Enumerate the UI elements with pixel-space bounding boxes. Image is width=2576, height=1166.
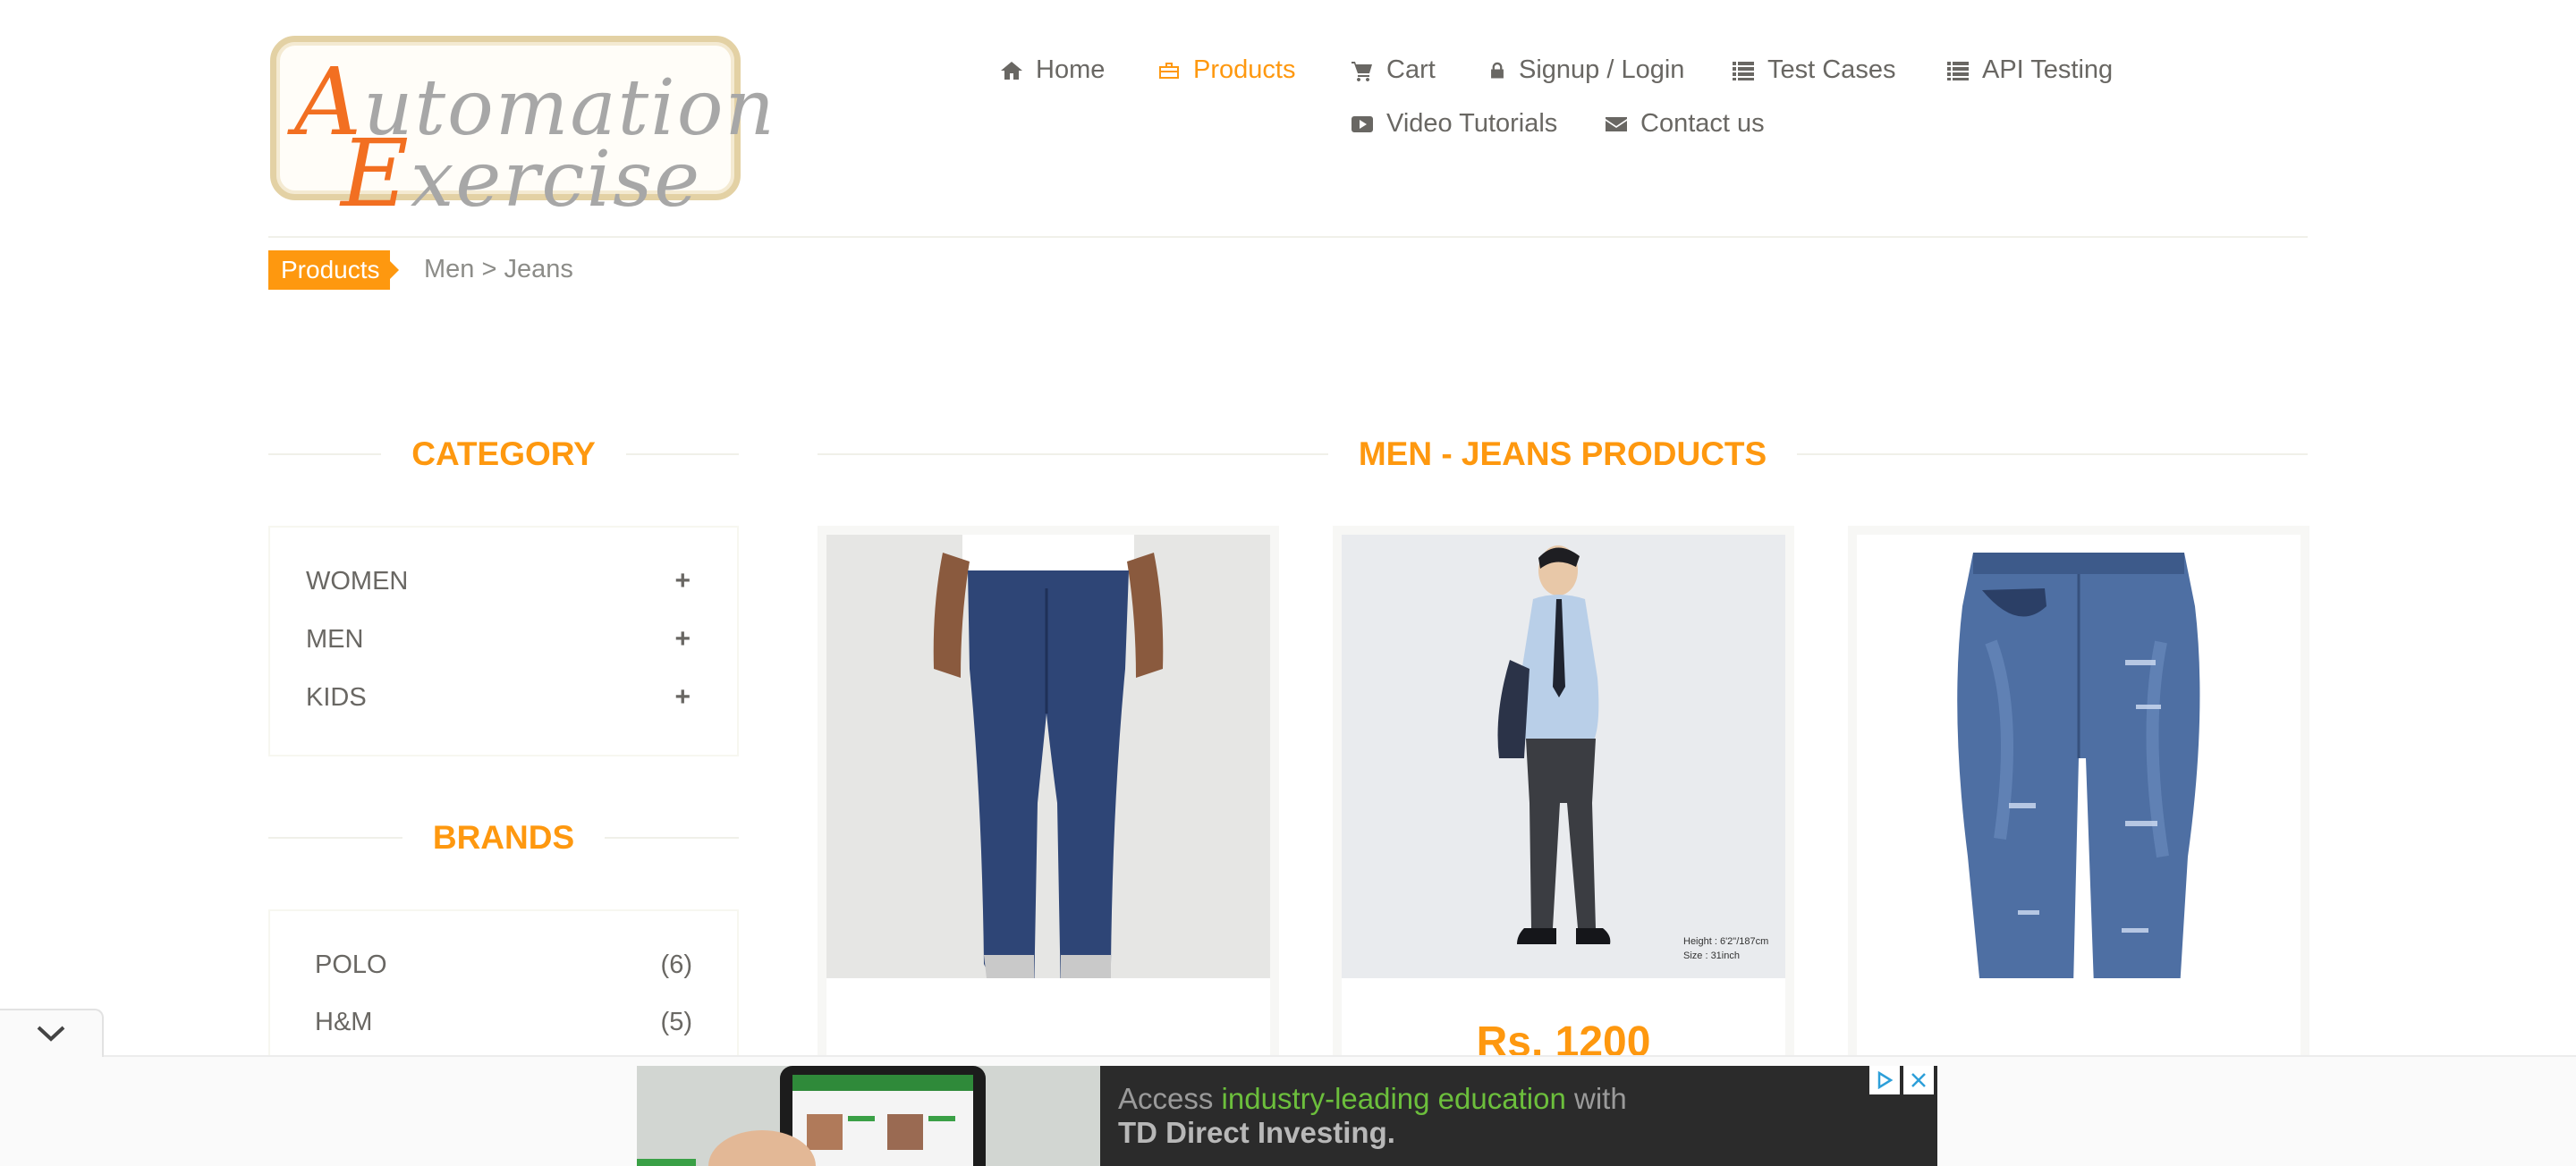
category-women-label: Women: [306, 566, 409, 596]
nav-contact-us[interactable]: Contact us: [1605, 109, 1765, 139]
plus-icon[interactable]: +: [674, 566, 691, 596]
nav-test-cases-label: Test Cases: [1767, 55, 1896, 84]
site-logo[interactable]: Automation Exercise: [270, 36, 775, 228]
logo-text-line2: xercise: [410, 135, 702, 224]
nav-video-tutorials[interactable]: Video Tutorials: [1351, 109, 1557, 139]
nav-home[interactable]: Home: [1000, 55, 1105, 85]
brands-title: Brands: [432, 819, 575, 856]
nav-api-testing[interactable]: API Testing: [1946, 55, 2113, 85]
ad-text-b: with: [1565, 1082, 1627, 1115]
ad-tablet-photo: [637, 1066, 1100, 1166]
category-women[interactable]: Women +: [306, 563, 691, 599]
brand-hm[interactable]: H&M (5): [315, 1004, 692, 1040]
home-icon: [1001, 61, 1022, 80]
photo-overlay-height: Height : 6'2"/187cm: [1683, 936, 1768, 947]
logo-cap-e: E: [341, 119, 411, 228]
brand-name: POLO: [315, 950, 387, 979]
cart-icon: [1352, 61, 1372, 81]
nav-cart-label: Cart: [1386, 55, 1436, 84]
ad-text-a: Access: [1118, 1082, 1222, 1115]
ad-choices-controls: [1869, 1066, 1934, 1094]
category-title: Category: [411, 435, 596, 472]
product-image[interactable]: [1857, 535, 2301, 978]
nav-api-testing-label: API Testing: [1982, 55, 2114, 84]
brand-count: (5): [660, 1007, 692, 1036]
product-image[interactable]: [826, 535, 1270, 978]
breadcrumb-products-tag[interactable]: Products: [268, 250, 399, 290]
brand-count: (6): [660, 950, 692, 979]
header-divider: [268, 236, 2308, 238]
nav-home-label: Home: [1036, 55, 1106, 84]
product-image[interactable]: Height : 6'2"/187cm Size : 31inch: [1342, 535, 1785, 978]
envelope-icon: [1606, 116, 1627, 131]
nav-products[interactable]: Products: [1157, 55, 1295, 85]
ad-choices-icon[interactable]: [1869, 1066, 1900, 1094]
brand-polo[interactable]: POLO (6): [315, 947, 692, 983]
products-title: Men - Jeans Products: [1358, 435, 1767, 472]
nav-signup-login-label: Signup / Login: [1519, 55, 1685, 84]
lock-icon: [1491, 62, 1504, 78]
products-icon: [1159, 62, 1179, 79]
man-in-shirt-and-dark-jeans-photo: Height : 6'2"/187cm Size : 31inch: [1342, 535, 1785, 978]
nav-signup-login[interactable]: Signup / Login: [1488, 55, 1684, 85]
plus-icon[interactable]: +: [674, 624, 691, 655]
brand-name: H&M: [315, 1007, 373, 1036]
chevron-down-icon: [37, 1026, 65, 1042]
brands-heading: Brands: [268, 819, 739, 856]
list-icon: [1733, 61, 1754, 80]
ad-copy: Access industry-leading education with T…: [1118, 1082, 1627, 1150]
ad-creative[interactable]: Access industry-leading education with T…: [637, 1066, 1937, 1166]
list-icon: [1947, 61, 1969, 80]
category-heading: Category: [268, 435, 739, 472]
nav-cart[interactable]: Cart: [1351, 55, 1436, 85]
nav-test-cases[interactable]: Test Cases: [1732, 55, 1895, 85]
category-kids[interactable]: Kids +: [306, 680, 691, 715]
main-nav: Home Products Cart Signup / Login Test C…: [966, 50, 2156, 157]
breadcrumb-path: Men > Jeans: [424, 255, 573, 283]
category-panel: Women + Men + Kids +: [268, 526, 739, 756]
jeans-legs-red-sneakers-photo: [826, 535, 1270, 978]
products-heading: Men - Jeans Products: [818, 435, 2309, 472]
ad-collapse-toggle[interactable]: [0, 1009, 104, 1057]
ripped-blue-jeans-photo: [1857, 535, 2301, 978]
ad-text-highlight: industry-leading education: [1221, 1082, 1566, 1115]
photo-overlay-size: Size : 31inch: [1683, 951, 1740, 961]
nav-products-label: Products: [1193, 55, 1296, 84]
youtube-play-icon: [1352, 115, 1373, 132]
category-men-label: Men: [306, 624, 364, 654]
category-kids-label: Kids: [306, 682, 367, 712]
nav-video-tutorials-label: Video Tutorials: [1386, 109, 1558, 138]
category-men[interactable]: Men +: [306, 621, 691, 657]
ad-text-bold: TD Direct Investing.: [1118, 1116, 1395, 1149]
plus-icon[interactable]: +: [674, 682, 691, 713]
close-icon[interactable]: [1903, 1066, 1934, 1094]
nav-contact-us-label: Contact us: [1640, 109, 1765, 138]
